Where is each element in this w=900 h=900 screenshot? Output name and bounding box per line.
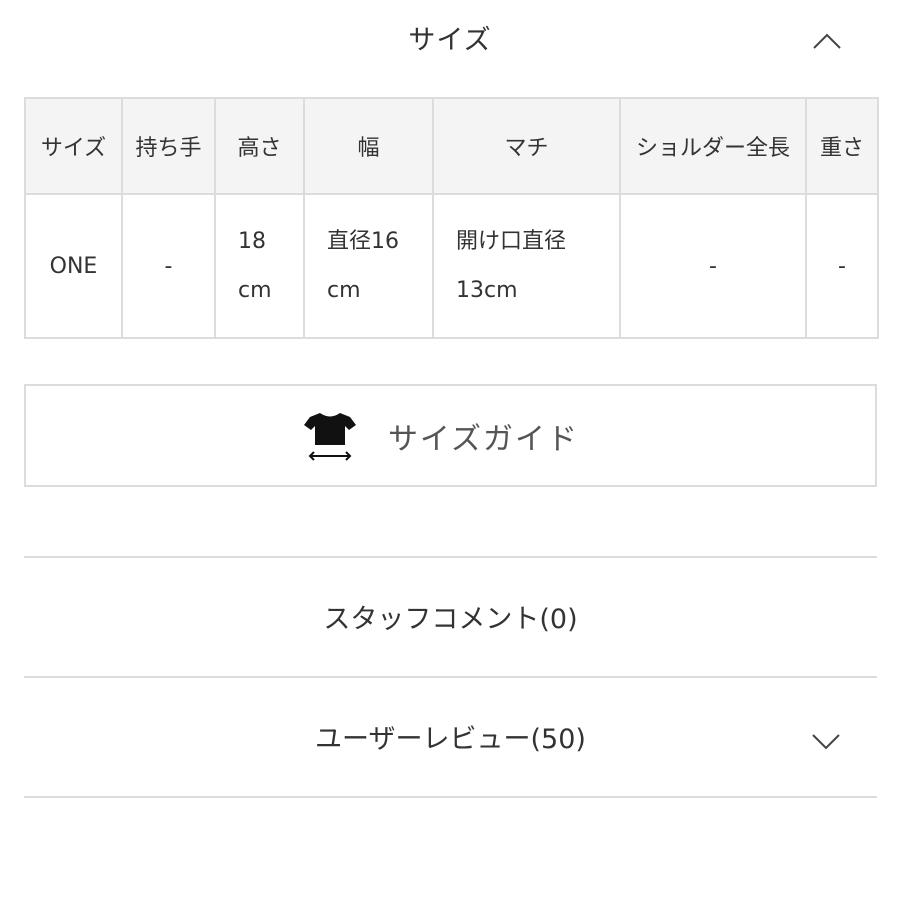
header-width: 幅 (303, 97, 434, 195)
header-height: 高さ (214, 97, 305, 195)
size-guide-label: サイズガイド (387, 421, 580, 457)
size-guide-button[interactable]: サイズガイド (24, 384, 877, 487)
cell-handle: - (121, 193, 216, 339)
chevron-down-icon[interactable] (811, 733, 841, 751)
staff-comment-accordion[interactable]: スタッフコメント(0) (24, 558, 877, 674)
size-section-header[interactable]: サイズ (24, 0, 876, 78)
product-size-section: サイズ サイズ 持ち手 高さ 幅 マチ ショルダー全長 重さ ONE - 18 … (0, 0, 900, 900)
section-title: サイズ (408, 25, 492, 56)
cell-height-value: 18 (238, 229, 266, 254)
cell-width-unit: cm (327, 278, 361, 303)
divider (24, 796, 877, 798)
tshirt-measure-icon (303, 412, 356, 461)
cell-width-value: 直径16 (327, 229, 399, 254)
cell-size: ONE (24, 193, 123, 339)
header-weight: 重さ (805, 97, 879, 195)
table-header-row: サイズ 持ち手 高さ 幅 マチ ショルダー全長 重さ (24, 97, 879, 195)
cell-shoulder-length: - (619, 193, 807, 339)
header-shoulder-length: ショルダー全長 (619, 97, 807, 195)
cell-gusset-line1: 開け口直径 (456, 229, 567, 254)
header-size: サイズ (24, 97, 123, 195)
chevron-up-icon[interactable] (812, 32, 842, 50)
cell-weight: - (805, 193, 879, 339)
table-row: ONE - 18 cm 直径16 cm 開け口直径 13cm - - (24, 193, 879, 339)
size-table: サイズ 持ち手 高さ 幅 マチ ショルダー全長 重さ ONE - 18 cm 直… (24, 97, 879, 339)
staff-comment-label: スタッフコメント(0) (323, 603, 578, 635)
user-review-label: ユーザーレビュー(50) (315, 723, 586, 755)
cell-gusset-line2: 13cm (456, 278, 518, 303)
cell-height-unit: cm (238, 278, 272, 303)
cell-gusset: 開け口直径 13cm (432, 193, 621, 339)
cell-width: 直径16 cm (303, 193, 434, 339)
header-gusset: マチ (432, 97, 621, 195)
cell-height: 18 cm (214, 193, 305, 339)
header-handle: 持ち手 (121, 97, 216, 195)
user-review-accordion[interactable]: ユーザーレビュー(50) (24, 678, 877, 794)
